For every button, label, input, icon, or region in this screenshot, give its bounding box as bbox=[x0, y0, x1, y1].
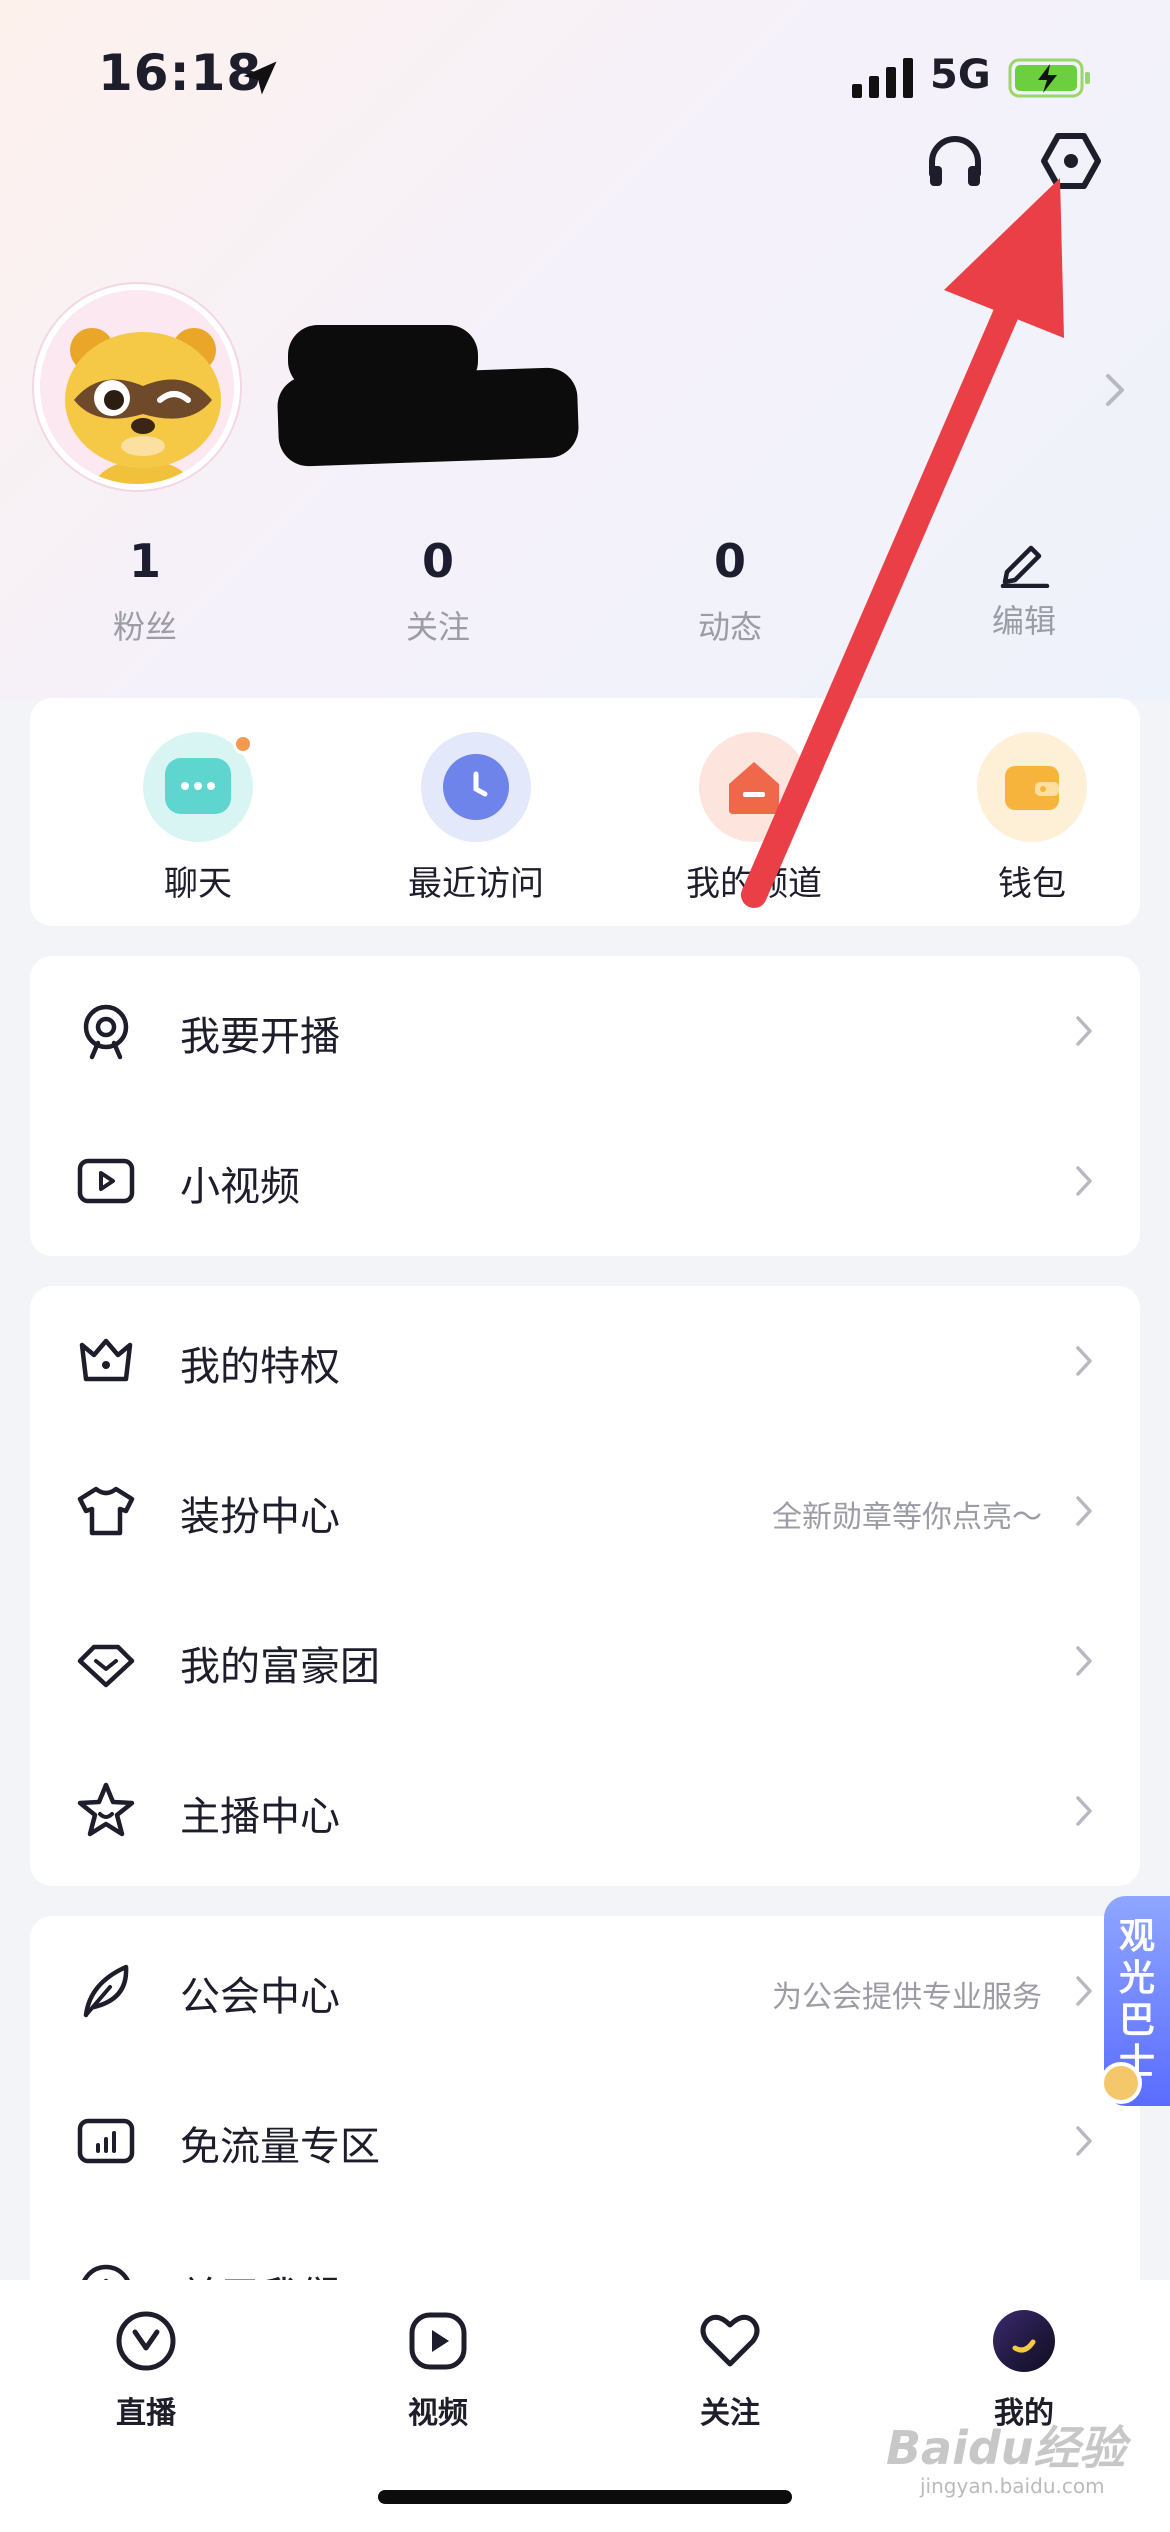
chevron-right-icon bbox=[1076, 1646, 1092, 1676]
edit-label: 编辑 bbox=[991, 602, 1056, 640]
star-icon bbox=[77, 1782, 135, 1837]
watermark-brand: Baidu经验 bbox=[886, 2421, 1126, 2475]
cellular-signal-icon bbox=[852, 58, 913, 98]
menu-item-label: 公会中心 bbox=[180, 1974, 340, 2020]
menu-item-label: 主播中心 bbox=[180, 1794, 340, 1840]
chevron-right-icon bbox=[1076, 1016, 1092, 1046]
headphones-icon[interactable] bbox=[920, 126, 990, 196]
tab-label: 直播 bbox=[116, 2396, 176, 2431]
location-arrow-icon bbox=[243, 61, 277, 95]
heart-icon bbox=[700, 2314, 760, 2367]
diamond-icon bbox=[77, 1644, 135, 1688]
menu-item-start-live[interactable]: 我要开播 bbox=[30, 956, 1140, 1106]
quick-action-wallet[interactable]: 钱包 bbox=[922, 732, 1142, 905]
menu-item-label: 我要开播 bbox=[180, 1014, 340, 1060]
menu-item-privileges[interactable]: 我的特权 bbox=[30, 1286, 1140, 1436]
quick-actions-card: 聊天 最近访问 我的频道 钱包 bbox=[30, 698, 1140, 926]
menu-item-rich-group[interactable]: 我的富豪团 bbox=[30, 1586, 1140, 1736]
settings-gear-icon[interactable] bbox=[1036, 126, 1106, 196]
play-box-icon bbox=[77, 1158, 135, 1204]
live-icon bbox=[116, 2311, 176, 2371]
quick-action-label: 钱包 bbox=[998, 864, 1066, 904]
clock-icon bbox=[421, 732, 531, 842]
quick-action-label: 我的频道 bbox=[686, 864, 822, 904]
chat-icon bbox=[143, 732, 253, 842]
tab-label: 关注 bbox=[700, 2396, 760, 2431]
stat-posts[interactable]: 0 动态 bbox=[630, 530, 830, 648]
shirt-icon bbox=[77, 1486, 135, 1536]
menu-item-dress-up[interactable]: 装扮中心 全新勋章等你点亮～ bbox=[30, 1436, 1140, 1586]
edit-pen-icon bbox=[1000, 545, 1050, 588]
feather-icon bbox=[83, 1964, 129, 2018]
crown-icon bbox=[79, 1338, 133, 1382]
quick-action-recent[interactable]: 最近访问 bbox=[366, 732, 586, 905]
unread-dot bbox=[233, 734, 253, 754]
user-id-redacted bbox=[276, 366, 580, 468]
stat-posts-count: 0 bbox=[713, 534, 746, 588]
quick-action-channel[interactable]: 我的频道 bbox=[644, 732, 864, 905]
quick-action-chat[interactable]: 聊天 bbox=[88, 732, 308, 905]
chevron-right-icon bbox=[1076, 1496, 1092, 1526]
stat-fans-count: 1 bbox=[128, 534, 161, 588]
coin-icon bbox=[1100, 2062, 1142, 2104]
menu-item-label: 免流量专区 bbox=[180, 2124, 380, 2170]
stat-fans[interactable]: 1 粉丝 bbox=[45, 530, 245, 648]
home-indicator bbox=[378, 2490, 792, 2504]
chevron-right-icon[interactable] bbox=[1098, 370, 1132, 410]
stat-fans-label: 粉丝 bbox=[112, 608, 177, 646]
profile-stats: 1 粉丝 0 关注 0 动态 编辑 bbox=[0, 530, 1170, 660]
webcam-icon bbox=[83, 1004, 129, 1060]
tab-live[interactable]: 直播 bbox=[46, 2308, 246, 2432]
battery-charging-icon bbox=[1008, 58, 1090, 98]
channel-icon bbox=[699, 732, 809, 842]
network-type: 5G bbox=[930, 52, 991, 98]
chevron-right-icon bbox=[1076, 1166, 1092, 1196]
menu-item-free-data[interactable]: 免流量专区 bbox=[30, 2066, 1140, 2216]
menu-item-label: 我的特权 bbox=[180, 1344, 340, 1390]
menu-item-subtitle: 为公会提供专业服务 bbox=[772, 1980, 1042, 2015]
floating-tour-bus-label: 观光巴士 bbox=[1118, 1916, 1155, 2083]
user-avatar[interactable] bbox=[34, 284, 240, 490]
menu-item-guild-center[interactable]: 公会中心 为公会提供专业服务 bbox=[30, 1916, 1140, 2066]
menu-group-live: 我要开播 小视频 bbox=[30, 956, 1140, 1256]
chevron-right-icon bbox=[1076, 1796, 1092, 1826]
watermark-url: jingyan.baidu.com bbox=[920, 2474, 1105, 2498]
stat-following-label: 关注 bbox=[405, 608, 470, 646]
chevron-right-icon bbox=[1076, 1346, 1092, 1376]
status-bar: 16:18 5G bbox=[0, 0, 1170, 150]
menu-item-label: 装扮中心 bbox=[180, 1494, 340, 1540]
quick-action-label: 聊天 bbox=[164, 864, 232, 904]
stat-following[interactable]: 0 关注 bbox=[338, 530, 538, 648]
menu-item-anchor-center[interactable]: 主播中心 bbox=[30, 1736, 1140, 1886]
quick-action-label: 最近访问 bbox=[408, 864, 544, 904]
menu-group-privileges: 我的特权 装扮中心 全新勋章等你点亮～ 我的富豪团 主播中心 bbox=[30, 1286, 1140, 1886]
stat-following-count: 0 bbox=[421, 534, 454, 588]
menu-item-label: 小视频 bbox=[180, 1164, 300, 1210]
data-chart-icon bbox=[77, 2118, 135, 2164]
tab-follow[interactable]: 关注 bbox=[630, 2308, 830, 2432]
wallet-icon bbox=[977, 732, 1087, 842]
menu-item-short-video[interactable]: 小视频 bbox=[30, 1106, 1140, 1256]
avatar-icon bbox=[993, 2310, 1055, 2372]
edit-profile-button[interactable]: 编辑 bbox=[924, 530, 1124, 642]
stat-posts-label: 动态 bbox=[697, 608, 762, 646]
video-icon bbox=[409, 2312, 467, 2370]
menu-group-guild: 公会中心 为公会提供专业服务 免流量专区 关于我们 bbox=[30, 1916, 1140, 2336]
tab-video[interactable]: 视频 bbox=[338, 2308, 538, 2432]
menu-item-subtitle: 全新勋章等你点亮～ bbox=[772, 1500, 1042, 1535]
chevron-right-icon bbox=[1076, 2126, 1092, 2156]
menu-item-label: 我的富豪团 bbox=[180, 1644, 380, 1690]
chevron-right-icon bbox=[1076, 1976, 1092, 2006]
tab-label: 视频 bbox=[408, 2396, 468, 2431]
